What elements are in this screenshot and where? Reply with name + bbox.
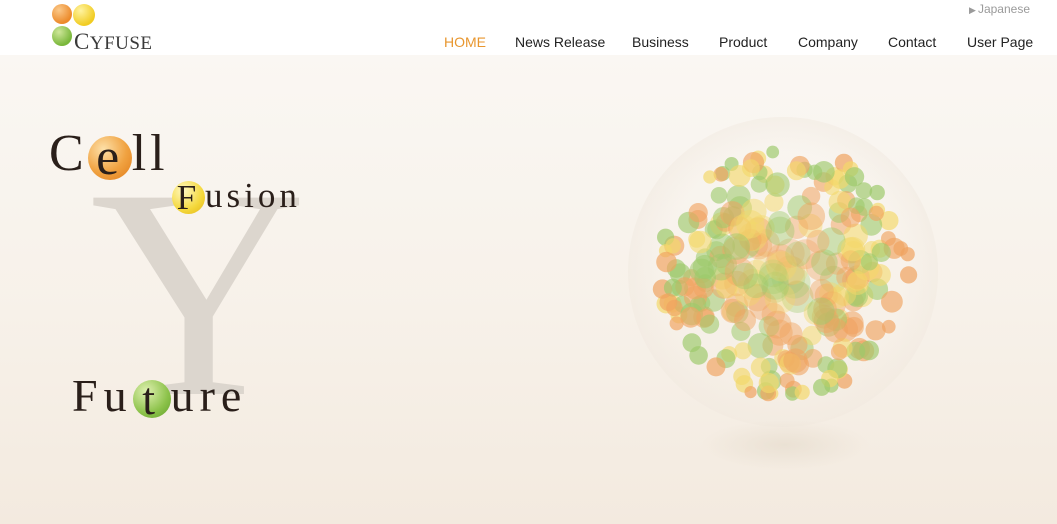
hero-orange-ball: e [87, 132, 132, 184]
cell-bubble [742, 159, 760, 177]
cell-bubble [710, 187, 728, 204]
cell-bubble [765, 172, 790, 197]
cell-bubble [844, 167, 865, 187]
site-header: CYFUSE ▶ Japanese HOME News Release Busin… [0, 0, 1057, 55]
cell-bubble [734, 342, 752, 360]
cell-bubble [807, 297, 835, 325]
cell-bubble [881, 290, 903, 313]
cell-bubble [865, 320, 886, 341]
cell-bubble [744, 386, 757, 399]
cell-bubble [813, 161, 835, 183]
cell-bubble [669, 316, 684, 331]
cell-bubble [665, 238, 681, 254]
cell-bubble [813, 378, 831, 396]
logo-yellow-dot [73, 4, 95, 26]
hero-word-cell: Ce ll [49, 125, 169, 186]
cell-bubble [765, 216, 795, 246]
cell-bubble [747, 333, 773, 359]
cell-bubble [689, 230, 712, 254]
cell-bubble [871, 242, 891, 262]
nav-business[interactable]: Business [632, 34, 689, 50]
cell-bubble [797, 202, 826, 230]
cell-cluster-icon [652, 145, 918, 402]
cell-bubble [700, 314, 720, 334]
hero-word-future: Fu t ure [72, 370, 248, 424]
cell-bubble [723, 233, 750, 260]
cell-bubble [840, 207, 861, 228]
nav-home[interactable]: HOME [444, 34, 486, 50]
cell-bubble [900, 266, 918, 284]
cell-bubble [656, 251, 677, 273]
cell-bubble [830, 343, 848, 361]
cell-bubble [766, 250, 797, 282]
hero-banner: Y Ce ll Fusion Fu t ure [0, 55, 1057, 524]
language-switch-label: Japanese [977, 2, 1030, 16]
cell-bubble [766, 145, 780, 159]
cell-bubble [783, 348, 808, 373]
cell-bubble [706, 357, 726, 377]
nav-company[interactable]: Company [798, 34, 858, 50]
cell-bubble [758, 372, 779, 394]
logo-orange-dot [52, 4, 72, 24]
cell-bubble [847, 271, 868, 291]
cell-bubble [806, 229, 830, 253]
nav-news-release[interactable]: News Release [515, 34, 605, 50]
triangle-right-icon: ▶ [969, 5, 976, 15]
cell-bubble [786, 161, 806, 181]
cell-bubble [779, 373, 795, 389]
cell-bubble [900, 247, 915, 262]
cell-bubble [859, 340, 879, 361]
cell-bubble [868, 205, 884, 221]
hero-green-ball: t [132, 376, 171, 422]
nav-product[interactable]: Product [719, 34, 767, 50]
nav-contact[interactable]: Contact [888, 34, 936, 50]
cell-bubble [703, 170, 717, 184]
main-nav: HOME News Release Business Product Compa… [0, 34, 1057, 52]
cell-bubble [659, 293, 678, 312]
hero-word-fusion: Fusion [172, 178, 301, 215]
cell-cluster-shadow [700, 420, 870, 470]
cell-bubble [731, 262, 759, 290]
cell-bubble [794, 384, 810, 400]
hero-yellow-ball: F [172, 180, 205, 215]
language-switch-link[interactable]: ▶ Japanese [969, 2, 1030, 16]
cell-bubble [840, 236, 866, 262]
cell-bubble [682, 333, 702, 353]
cell-bubble [763, 310, 792, 339]
cell-bubble [688, 203, 708, 223]
nav-user-page[interactable]: User Page [967, 34, 1033, 50]
cell-bubble [733, 367, 751, 385]
